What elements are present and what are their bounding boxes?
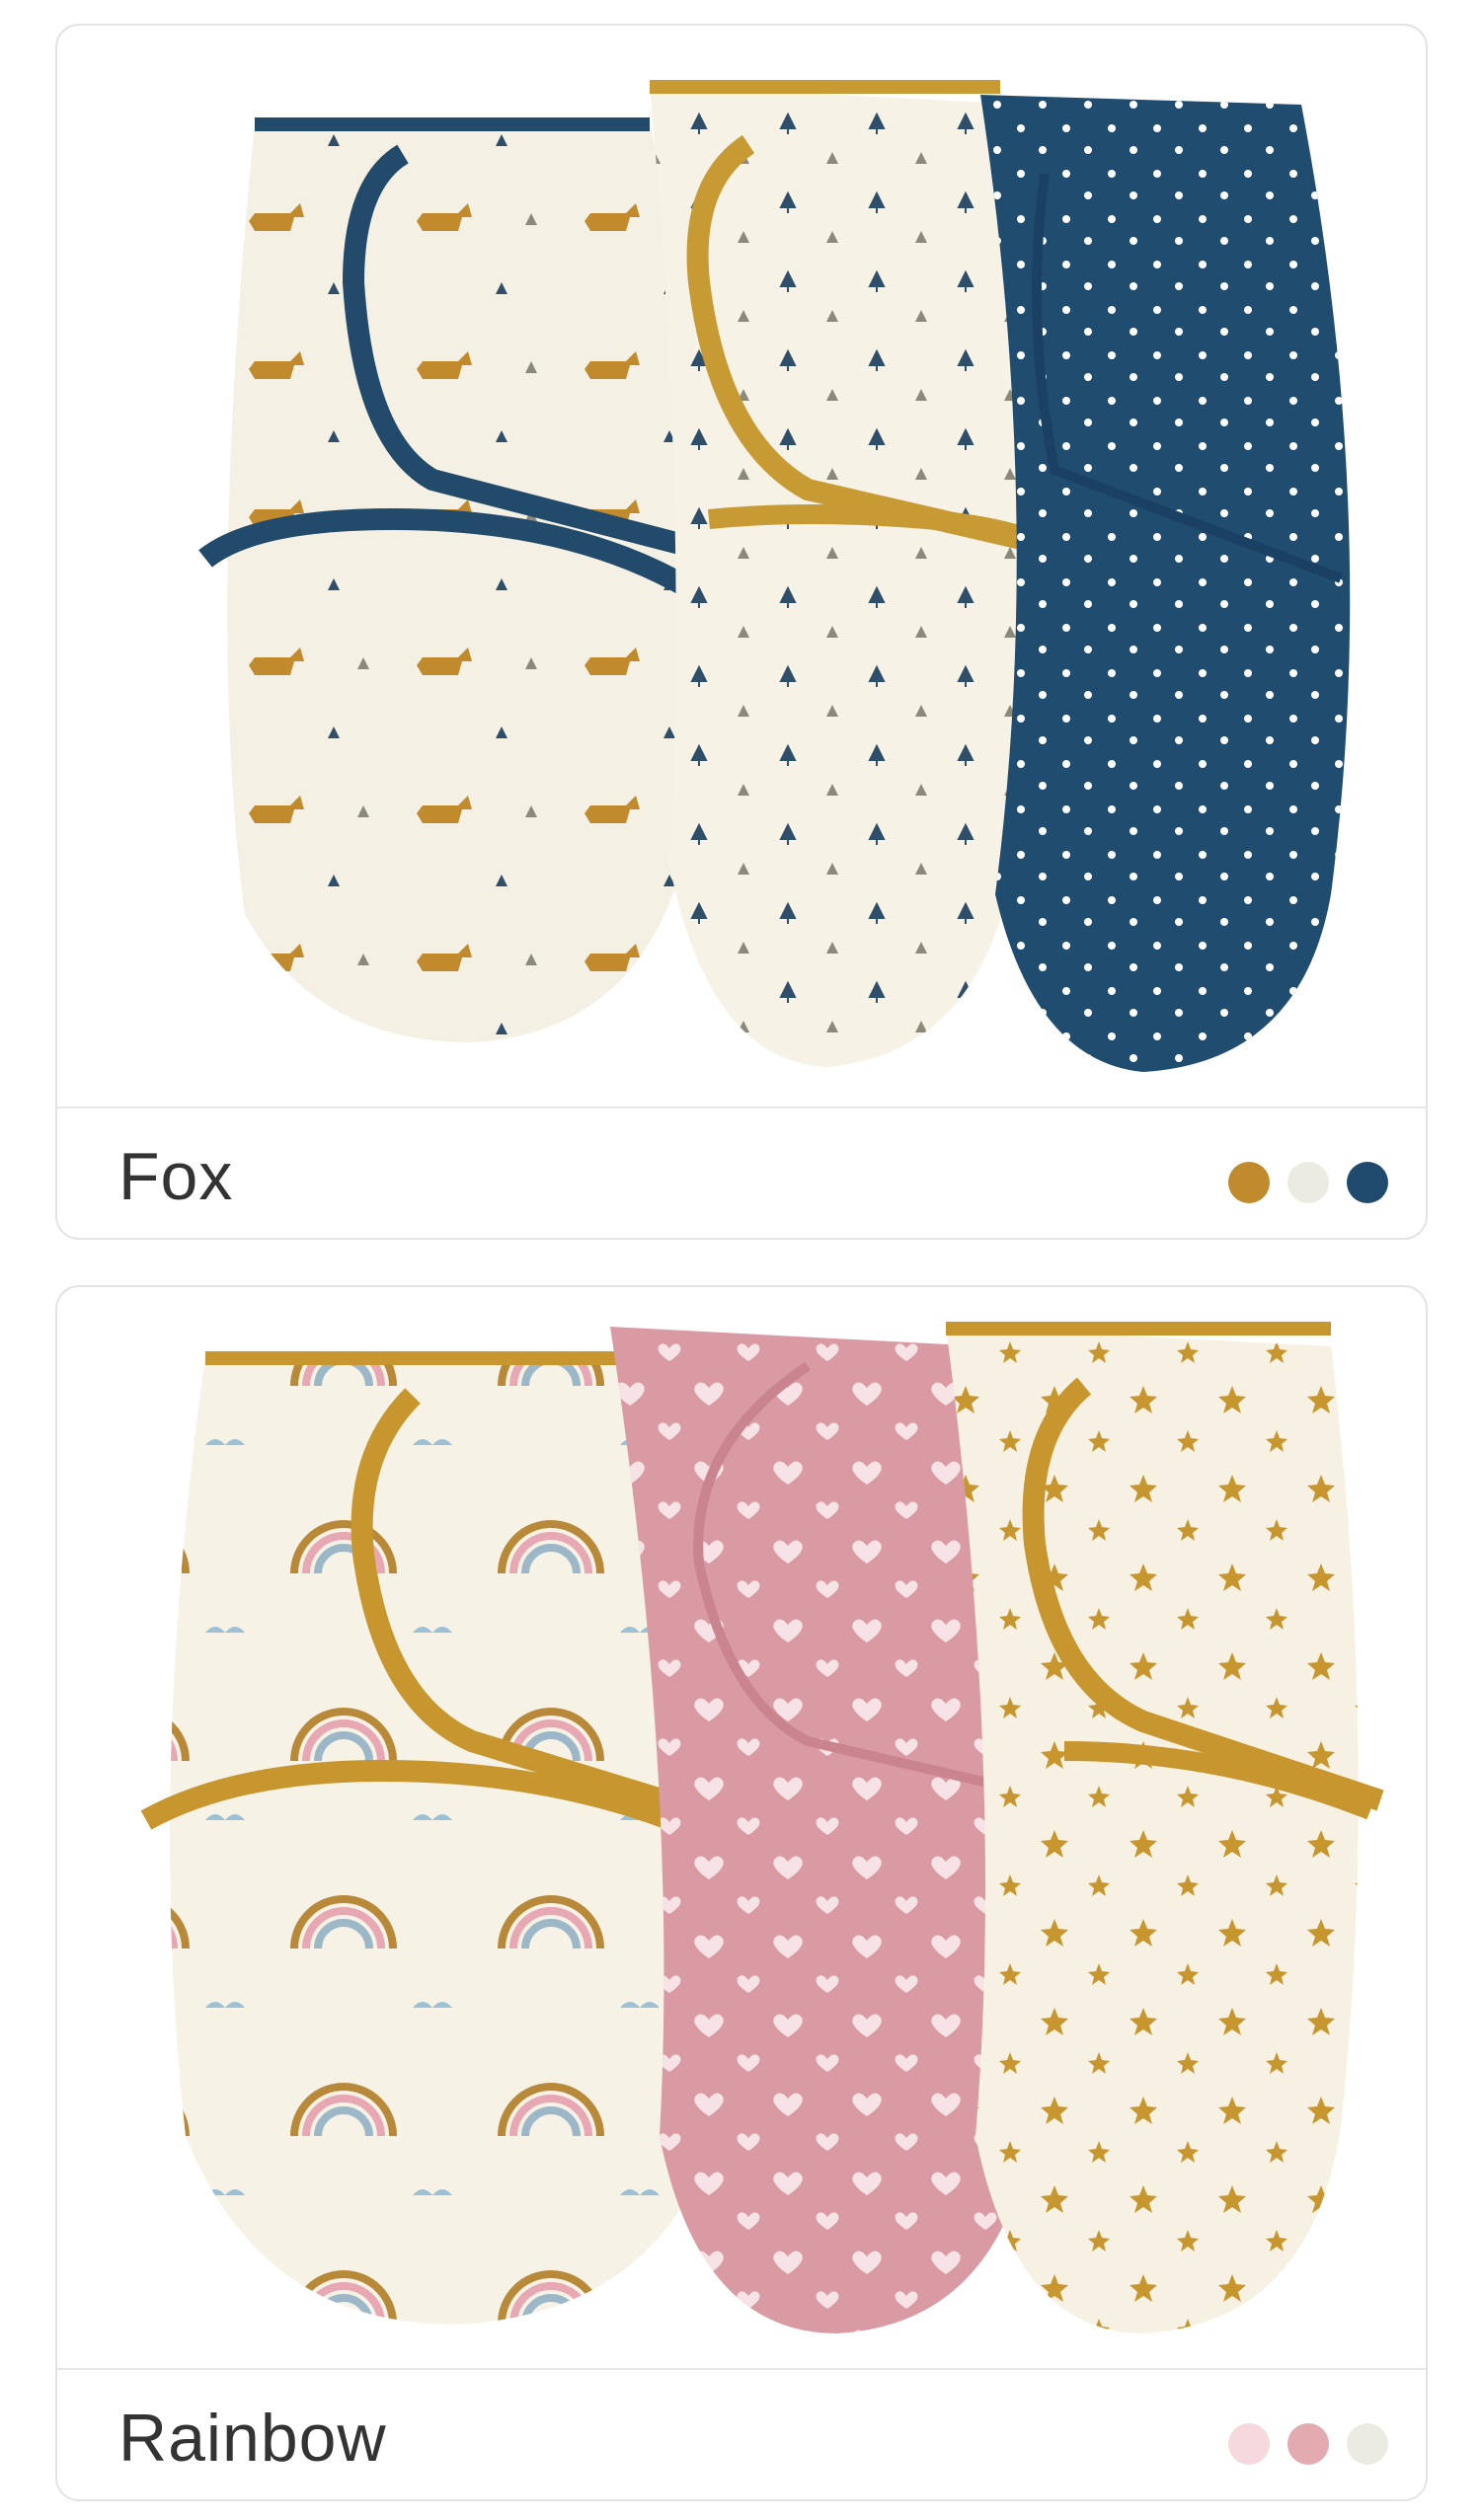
color-swatch-navy[interactable] [1347, 1162, 1388, 1203]
color-swatch-pink[interactable] [1287, 2423, 1329, 2465]
color-swatches [1228, 2423, 1388, 2465]
color-swatches [1228, 1162, 1388, 1203]
fox-product-photo [57, 26, 1426, 1107]
fox-card-footer: Fox [57, 1107, 1426, 1238]
color-swatch-light-pink[interactable] [1228, 2423, 1270, 2465]
rainbow-variant-card[interactable]: Rainbow [55, 1285, 1428, 2501]
star-print-swaddle [946, 1322, 1384, 2333]
dot-print-swaddle [980, 95, 1351, 1072]
variant-name: Rainbow [118, 2401, 387, 2476]
variant-name: Fox [118, 1139, 234, 1214]
color-swatch-cream[interactable] [1347, 2423, 1388, 2465]
rainbow-card-footer: Rainbow [57, 2368, 1426, 2499]
color-swatch-mustard[interactable] [1228, 1162, 1270, 1203]
fox-print-swaddle [198, 117, 712, 1042]
fox-variant-card[interactable]: Fox [55, 24, 1428, 1240]
rainbow-product-photo [57, 1287, 1426, 2368]
color-swatch-cream[interactable] [1287, 1162, 1329, 1203]
